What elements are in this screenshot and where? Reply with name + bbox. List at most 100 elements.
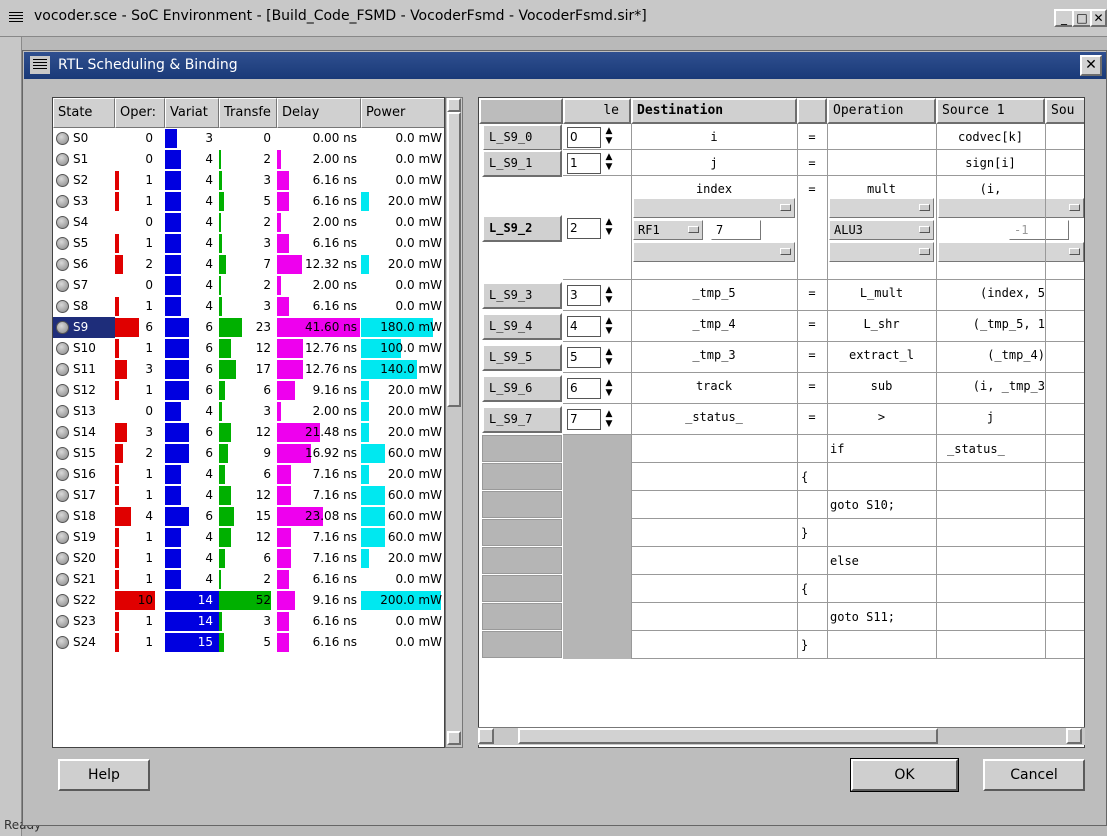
destination-cell[interactable]: track <box>631 376 797 396</box>
state-row[interactable]: S14 3 6 12 21.48 ns 20.0 mW <box>53 422 444 443</box>
state-cell[interactable]: S10 <box>53 338 115 359</box>
col-delay-header[interactable]: Delay <box>277 98 361 128</box>
state-cell[interactable]: S20 <box>53 548 115 569</box>
source1-binding-combo[interactable] <box>938 198 1084 218</box>
state-cell[interactable]: S21 <box>53 569 115 590</box>
state-table[interactable]: State Oper: Variat Transfe Delay Power S… <box>52 97 445 748</box>
dialog-close-button[interactable]: ✕ <box>1080 55 1102 76</box>
state-row[interactable]: S16 1 4 6 7.16 ns 20.0 mW <box>53 464 444 485</box>
col-state-header[interactable]: State <box>53 98 115 128</box>
scheduling-table[interactable]: le Destination Operation Source 1 Sou L_… <box>478 97 1085 748</box>
state-row[interactable]: S7 0 4 2 2.00 ns 0.0 mW <box>53 275 444 296</box>
state-table-scrollbar[interactable] <box>445 97 463 748</box>
destination-cell[interactable]: _tmp_5 <box>631 283 797 303</box>
cycle-input[interactable]: 7 <box>567 409 601 430</box>
destination-cell[interactable]: i <box>631 127 797 147</box>
state-cell[interactable]: S17 <box>53 485 115 506</box>
cycle-input[interactable]: 2 <box>567 217 601 239</box>
destination-cell[interactable]: _tmp_3 <box>631 345 797 365</box>
cycle-input[interactable]: 0 <box>567 126 601 148</box>
state-row[interactable]: S15 2 6 9 16.92 ns 60.0 mW <box>53 443 444 464</box>
state-row[interactable]: S18 4 6 15 23.08 ns 60.0 mW <box>53 506 444 527</box>
state-cell[interactable]: S15 <box>53 443 115 464</box>
window-menu-icon[interactable] <box>6 9 26 27</box>
row-label[interactable]: L_S9_0 <box>482 123 562 151</box>
col-variables-header[interactable]: Variat <box>165 98 219 128</box>
state-cell[interactable]: S19 <box>53 527 115 548</box>
operation-port-combo[interactable] <box>829 242 934 262</box>
cycle-spinner[interactable]: ▲ ▼ <box>602 409 616 431</box>
state-row[interactable]: S1 0 4 2 2.00 ns 0.0 mW <box>53 149 444 170</box>
state-cell[interactable]: S5 <box>53 233 115 254</box>
col-power-header[interactable]: Power <box>361 98 444 128</box>
state-row[interactable]: S19 1 4 12 7.16 ns 60.0 mW <box>53 527 444 548</box>
col-cycle-header[interactable]: le <box>563 98 631 124</box>
cycle-spinner[interactable]: ▲ ▼ <box>602 126 616 148</box>
state-cell[interactable]: S6 <box>53 254 115 275</box>
state-cell[interactable]: S9 <box>53 317 115 338</box>
col-source1-header[interactable]: Source 1 <box>936 98 1045 124</box>
state-cell[interactable]: S3 <box>53 191 115 212</box>
state-row[interactable]: S21 1 4 2 6.16 ns 0.0 mW <box>53 569 444 590</box>
cycle-spinner[interactable]: ▲ ▼ <box>602 347 616 369</box>
cycle-input[interactable]: 6 <box>567 378 601 399</box>
scroll-down-arrow[interactable] <box>447 731 461 745</box>
state-cell[interactable]: S7 <box>53 275 115 296</box>
cancel-button[interactable]: Cancel <box>983 759 1085 791</box>
cycle-spinner[interactable]: ▲ ▼ <box>602 378 616 400</box>
row-label[interactable]: L_S9_7 <box>482 406 562 433</box>
state-row[interactable]: S13 0 4 3 2.00 ns 20.0 mW <box>53 401 444 422</box>
state-cell[interactable]: S2 <box>53 170 115 191</box>
ok-button[interactable]: OK <box>850 758 959 792</box>
destination-binding-combo[interactable] <box>633 198 795 218</box>
source1-cell[interactable]: sign[i] <box>936 153 1045 173</box>
state-row[interactable]: S4 0 4 2 2.00 ns 0.0 mW <box>53 212 444 233</box>
state-row[interactable]: S2 1 4 3 6.16 ns 0.0 mW <box>53 170 444 191</box>
state-row[interactable]: S10 1 6 12 12.76 ns 100.0 mW <box>53 338 444 359</box>
operation-cell[interactable]: mult <box>827 179 936 199</box>
state-cell[interactable]: S16 <box>53 464 115 485</box>
state-row[interactable]: S17 1 4 12 7.16 ns 60.0 mW <box>53 485 444 506</box>
state-cell[interactable]: S14 <box>53 422 115 443</box>
state-row[interactable]: S20 1 4 6 7.16 ns 20.0 mW <box>53 548 444 569</box>
cycle-spinner[interactable]: ▲ ▼ <box>602 152 616 174</box>
col-source2-header[interactable]: Sou <box>1045 98 1084 124</box>
state-cell[interactable]: S18 <box>53 506 115 527</box>
scroll-up-arrow[interactable] <box>447 98 461 112</box>
help-button[interactable]: Help <box>58 759 150 791</box>
outer-close-button[interactable]: ✕ <box>1090 9 1107 27</box>
state-row[interactable]: S8 1 4 3 6.16 ns 0.0 mW <box>53 296 444 317</box>
state-cell[interactable]: S0 <box>53 128 115 149</box>
destination-port-combo[interactable] <box>633 242 795 262</box>
source1-port-combo[interactable] <box>938 242 1084 262</box>
source1-cell[interactable]: (index, 5 <box>936 283 1045 303</box>
state-row[interactable]: S12 1 6 6 9.16 ns 20.0 mW <box>53 380 444 401</box>
h-scroll-thumb[interactable] <box>518 728 938 744</box>
state-cell[interactable]: S23 <box>53 611 115 632</box>
state-row[interactable]: S3 1 4 5 6.16 ns 20.0 mW <box>53 191 444 212</box>
state-cell[interactable]: S11 <box>53 359 115 380</box>
register-index-input[interactable]: 7 <box>711 220 761 240</box>
destination-cell[interactable]: index <box>631 179 797 199</box>
state-row[interactable]: S6 2 4 7 12.32 ns 20.0 mW <box>53 254 444 275</box>
destination-cell[interactable]: j <box>631 153 797 173</box>
row-label[interactable]: L_S9_4 <box>482 313 562 340</box>
state-row[interactable]: S22 10 14 52 9.16 ns 200.0 mW <box>53 590 444 611</box>
cycle-spinner[interactable]: ▲ ▼ <box>602 285 616 307</box>
cycle-spinner[interactable]: ▲ ▼ <box>602 316 616 338</box>
source1-cell[interactable]: (_tmp_4) <box>936 345 1045 365</box>
row-label[interactable]: L_S9_3 <box>482 282 562 309</box>
col-transfers-header[interactable]: Transfe <box>219 98 277 128</box>
cycle-input[interactable]: 4 <box>567 316 601 337</box>
destination-cell[interactable]: _tmp_4 <box>631 314 797 334</box>
cycle-input[interactable]: 1 <box>567 152 601 174</box>
col-destination-header[interactable]: Destination <box>631 98 797 124</box>
scroll-right-arrow[interactable] <box>1066 728 1082 744</box>
state-cell[interactable]: S13 <box>53 401 115 422</box>
destination-cell[interactable]: _status_ <box>631 407 797 427</box>
state-cell[interactable]: S4 <box>53 212 115 233</box>
state-row[interactable]: S0 0 3 0 0.00 ns 0.0 mW <box>53 128 444 149</box>
operation-cell[interactable]: > <box>827 407 936 427</box>
row-label[interactable]: L_S9_1 <box>482 149 562 177</box>
dialog-menu-icon[interactable] <box>30 56 50 74</box>
